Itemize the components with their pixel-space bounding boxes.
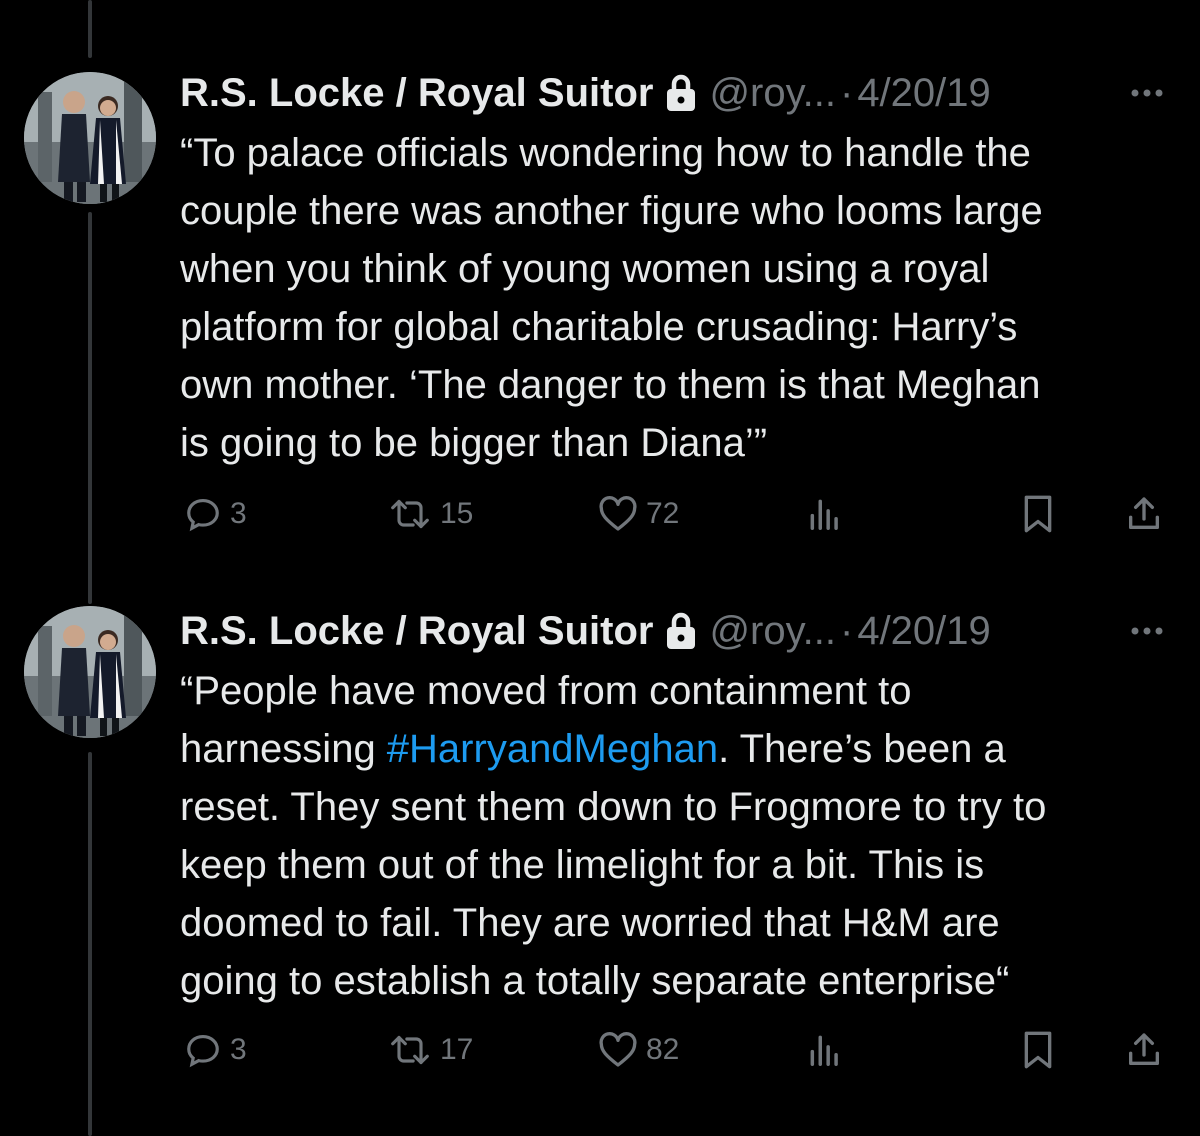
tweet-header: R.S. Locke / Royal Suitor @roy... · 4/20…	[180, 602, 991, 660]
share-icon	[1124, 494, 1164, 534]
tweet-text-line: reset. They sent them down to Frogmore t…	[180, 785, 1047, 829]
reply-button[interactable]: 3	[184, 1026, 247, 1074]
author-name[interactable]: R.S. Locke / Royal Suitor	[180, 64, 653, 122]
like-count: 72	[646, 497, 680, 530]
more-icon[interactable]	[1130, 602, 1164, 660]
retweet-icon	[388, 1031, 432, 1069]
bookmark-button[interactable]	[1020, 490, 1056, 538]
like-icon	[598, 495, 638, 533]
retweet-count: 15	[440, 497, 474, 530]
views-button[interactable]	[806, 1026, 844, 1074]
tweet-text-line: own mother. ‘The danger to them is that …	[180, 363, 1041, 407]
separator-dot: ·	[839, 609, 854, 653]
tweet[interactable]: R.S. Locke / Royal Suitor @roy... · 4/20…	[0, 602, 1200, 1112]
views-button[interactable]	[806, 490, 844, 538]
author-name[interactable]: R.S. Locke / Royal Suitor	[180, 602, 653, 660]
tweet-text-line: “People have moved from containment to	[180, 669, 912, 713]
tweet-actions: 3 15 72	[0, 490, 1200, 538]
avatar[interactable]	[24, 606, 156, 738]
tweet-text-line: couple there was another figure who loom…	[180, 189, 1043, 233]
author-handle[interactable]: @roy...	[709, 602, 836, 660]
lock-icon	[665, 74, 697, 112]
tweet-header: R.S. Locke / Royal Suitor @roy... · 4/20…	[180, 64, 991, 122]
tweet-text-line: harnessing #HarryandMeghan. There’s been…	[180, 720, 1170, 778]
tweet-text-segment: . There’s been a	[718, 727, 1006, 771]
tweet-text: “To palace officials wondering how to ha…	[180, 124, 1170, 472]
tweet-text-line: keep them out of the limelight for a bit…	[180, 843, 985, 887]
lock-icon	[665, 612, 697, 650]
tweet-text-segment: harnessing	[180, 727, 387, 771]
like-button[interactable]: 82	[598, 1026, 679, 1074]
tweet-actions: 3 17 82	[0, 1026, 1200, 1074]
tweet-date[interactable]: 4/20/19	[857, 64, 990, 122]
tweet-text-line: doomed to fail. They are worried that H&…	[180, 901, 1000, 945]
tweet-text-line: “To palace officials wondering how to ha…	[180, 131, 1031, 175]
tweet-text-line: platform for global charitable crusading…	[180, 305, 1018, 349]
retweet-icon	[388, 495, 432, 533]
bookmark-icon	[1020, 494, 1056, 534]
like-button[interactable]: 72	[598, 490, 679, 538]
retweet-button[interactable]: 15	[388, 490, 473, 538]
retweet-count: 17	[440, 1033, 474, 1066]
share-button[interactable]	[1124, 490, 1164, 538]
tweet-date[interactable]: 4/20/19	[857, 602, 990, 660]
thread-line-top	[88, 0, 92, 58]
like-count: 82	[646, 1033, 680, 1066]
reply-count: 3	[230, 1033, 247, 1066]
tweet-text-line: is going to be bigger than Diana’”	[180, 421, 768, 465]
share-icon	[1124, 1030, 1164, 1070]
reply-icon	[184, 495, 222, 533]
reply-icon	[184, 1031, 222, 1069]
bookmark-button[interactable]	[1020, 1026, 1056, 1074]
author-handle[interactable]: @roy...	[709, 64, 836, 122]
retweet-button[interactable]: 17	[388, 1026, 473, 1074]
bookmark-icon	[1020, 1030, 1056, 1070]
like-icon	[598, 1031, 638, 1069]
separator-dot: ·	[839, 71, 854, 115]
tweet-text-line: when you think of young women using a ro…	[180, 247, 990, 291]
views-icon	[806, 1031, 844, 1069]
views-icon	[806, 495, 844, 533]
hashtag-link[interactable]: #HarryandMeghan	[387, 727, 718, 771]
avatar[interactable]	[24, 72, 156, 204]
reply-count: 3	[230, 497, 247, 530]
reply-button[interactable]: 3	[184, 490, 247, 538]
tweet-text-line: going to establish a totally separate en…	[180, 959, 1010, 1003]
tweet[interactable]: R.S. Locke / Royal Suitor @roy... · 4/20…	[0, 64, 1200, 554]
share-button[interactable]	[1124, 1026, 1164, 1074]
more-icon[interactable]	[1130, 64, 1164, 122]
tweet-text: “People have moved from containment to h…	[180, 662, 1170, 1010]
